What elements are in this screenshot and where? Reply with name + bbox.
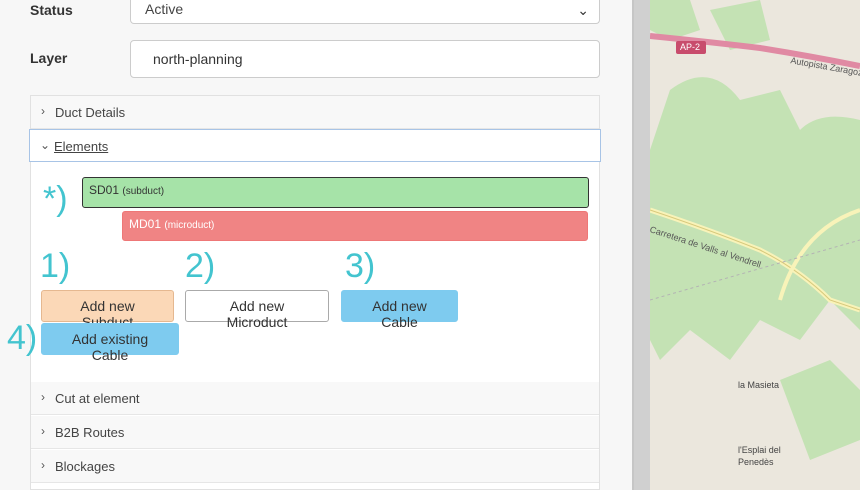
chevron-down-icon: ⌄ [577,2,589,18]
section-elements[interactable]: ⌄ Elements [29,129,601,162]
status-label: Status [30,2,73,18]
section-cut-at-element[interactable]: › Cut at element [31,382,599,415]
section-duct-details[interactable]: › Duct Details [31,96,599,129]
step-marker-2: 2) [185,247,216,285]
step-marker-1: 1) [40,247,71,285]
layer-label: Layer [30,50,68,66]
place-label-masieta: la Masieta [738,380,780,390]
chevron-right-icon: › [41,104,45,118]
step-marker-3: 3) [345,247,376,285]
add-existing-cable-button[interactable]: Add existing Cable [41,323,179,363]
chevron-right-icon: › [41,424,45,438]
section-b2b-routes[interactable]: › B2B Routes [31,416,599,449]
add-microduct-button[interactable]: Add new Microduct [185,290,329,330]
layer-input[interactable]: north-planning [130,40,600,78]
element-subduct[interactable]: SD01 (subduct) [82,177,589,208]
place-label-esplai: l'Esplai del Penedès [738,445,781,467]
chevron-right-icon: › [41,458,45,472]
add-cable-button[interactable]: Add new Cable [341,290,458,330]
chevron-right-icon: › [41,390,45,404]
chevron-down-icon: ⌄ [40,138,51,152]
section-blockages[interactable]: › Blockages [31,450,599,483]
properties-panel: Status Active ⌄ Layer north-planning › D… [0,0,632,490]
map-canvas [650,0,860,490]
step-marker-4: 4) [7,319,38,357]
step-marker-star: *) [43,180,68,218]
duct-accordion: › Duct Details ⌄ Elements *) SD01 (subdu… [7,95,601,490]
status-select[interactable]: Active ⌄ [130,0,600,24]
panel-splitter[interactable] [632,0,650,490]
map-view[interactable]: AP-2 Autopista Zaragoza Carretera de Val… [650,0,860,490]
status-value: Active [145,1,184,17]
road-label-ap2: AP-2 [680,42,701,52]
element-microduct[interactable]: MD01 (microduct) [122,211,588,241]
add-subduct-button[interactable]: Add new Subduct [41,290,174,330]
